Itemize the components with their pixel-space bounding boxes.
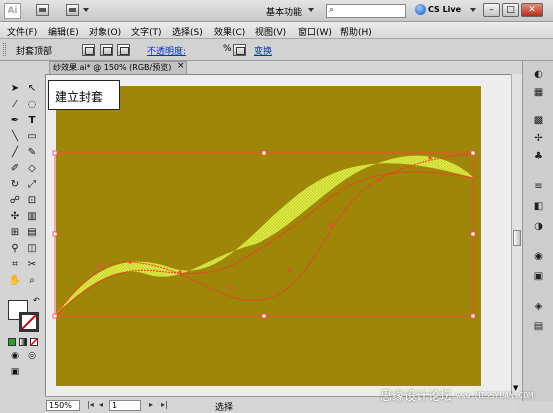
panel-dock: ◐ ▦ ▩ ✢ ♣ ≡ ◧ ◑ ◉ ▣ ◈ ▤ <box>522 61 553 401</box>
prev-page-button[interactable]: ◂ <box>99 400 103 409</box>
anchor-point[interactable] <box>288 268 292 272</box>
appearance-icon[interactable]: ◉ <box>532 251 545 263</box>
next-page-button[interactable]: ▸ <box>149 400 153 409</box>
graphic-styles-icon[interactable]: ▣ <box>532 271 545 283</box>
handle-mr[interactable] <box>470 231 476 237</box>
handle-tl[interactable] <box>52 150 58 156</box>
zoom-value: 150% <box>49 401 72 410</box>
handle-tr[interactable] <box>470 150 476 156</box>
color-guide-icon[interactable]: ▦ <box>532 87 545 99</box>
anchor-point[interactable] <box>378 178 382 182</box>
anchor-point[interactable] <box>98 264 102 268</box>
gradient-panel-icon[interactable]: ◧ <box>532 201 545 213</box>
page-value: 1 <box>112 401 118 410</box>
anchor-point[interactable] <box>178 270 182 274</box>
swatches-icon[interactable]: ▩ <box>532 115 545 127</box>
anchor-point[interactable] <box>328 223 332 227</box>
watermark-site: www.MISSYUAN.COM <box>456 391 534 400</box>
stroke-icon[interactable]: ≡ <box>532 181 545 193</box>
handle-br[interactable] <box>470 313 476 319</box>
tooltip: 建立封套 <box>48 80 120 110</box>
handle-tm[interactable] <box>261 150 267 156</box>
bounding-box <box>54 152 474 317</box>
zoom-field[interactable]: 150% <box>46 400 80 411</box>
brushes-icon[interactable]: ✢ <box>532 133 545 145</box>
vertical-scrollbar[interactable]: ▼ <box>511 74 522 396</box>
color-icon[interactable]: ◐ <box>532 69 545 81</box>
handle-ml[interactable] <box>52 231 58 237</box>
handle-bm[interactable] <box>261 313 267 319</box>
vertical-scroll-thumb[interactable] <box>513 230 521 246</box>
anchor-point[interactable] <box>428 156 432 160</box>
handle-bl[interactable] <box>52 313 58 319</box>
symbols-icon[interactable]: ♣ <box>532 151 545 163</box>
anchor-point[interactable] <box>228 286 232 290</box>
status-tool[interactable]: 选择 <box>215 400 233 413</box>
layers-icon[interactable]: ◈ <box>532 301 545 313</box>
first-page-button[interactable]: |◂ <box>87 400 94 409</box>
watermark-text: 思缘设计论坛 <box>380 389 453 403</box>
page-field[interactable]: 1 <box>109 400 141 411</box>
transparency-icon[interactable]: ◑ <box>532 221 545 233</box>
anchor-point[interactable] <box>128 260 132 264</box>
selection-overlay <box>52 150 476 319</box>
artboards-icon[interactable]: ▤ <box>532 321 545 333</box>
last-page-button[interactable]: ▸| <box>161 400 168 409</box>
